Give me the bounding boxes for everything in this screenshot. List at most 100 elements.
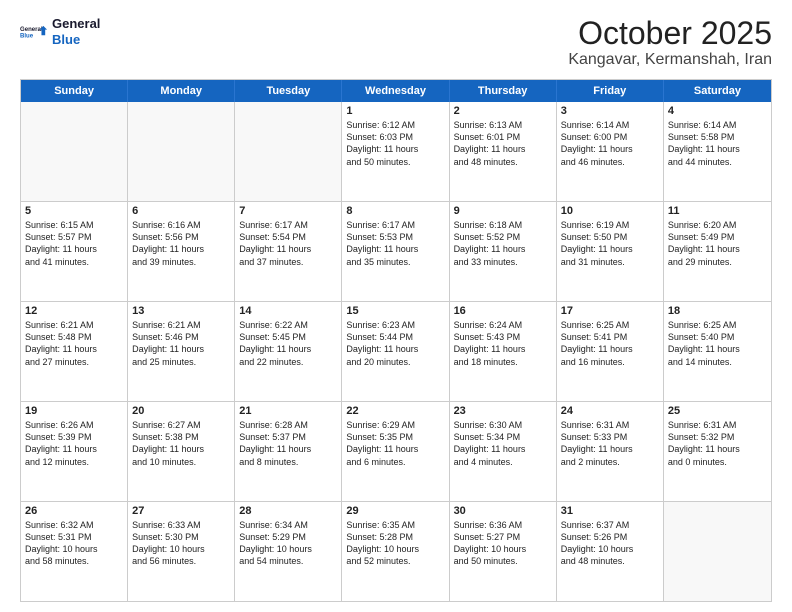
day-number: 3 [561, 105, 659, 117]
cell-info: Sunrise: 6:16 AM Sunset: 5:56 PM Dayligh… [132, 219, 230, 268]
day-number: 15 [346, 305, 444, 317]
logo-blue: Blue [52, 32, 100, 48]
cell-info: Sunrise: 6:32 AM Sunset: 5:31 PM Dayligh… [25, 519, 123, 568]
logo-icon: GeneralBlue [20, 18, 48, 46]
day-number: 14 [239, 305, 337, 317]
cell-info: Sunrise: 6:36 AM Sunset: 5:27 PM Dayligh… [454, 519, 552, 568]
day-number: 9 [454, 205, 552, 217]
day-number: 5 [25, 205, 123, 217]
cell-info: Sunrise: 6:19 AM Sunset: 5:50 PM Dayligh… [561, 219, 659, 268]
calendar: SundayMondayTuesdayWednesdayThursdayFrid… [20, 79, 772, 602]
day-number: 29 [346, 505, 444, 517]
cell-info: Sunrise: 6:31 AM Sunset: 5:32 PM Dayligh… [668, 419, 767, 468]
calendar-body: 1Sunrise: 6:12 AM Sunset: 6:03 PM Daylig… [21, 102, 771, 601]
calendar-cell: 11 Sunrise: 6:20 AM Sunset: 5:49 PM Dayli… [664, 202, 771, 301]
calendar-row: 5 Sunrise: 6:15 AM Sunset: 5:57 PM Daylig… [21, 201, 771, 301]
title-block: October 2025 Kangavar, Kermanshah, Iran [568, 16, 772, 69]
page: GeneralBlue General Blue October 2025 Ka… [0, 0, 792, 612]
calendar-cell: 18 Sunrise: 6:25 AM Sunset: 5:40 PM Dayli… [664, 302, 771, 401]
calendar-cell: 14 Sunrise: 6:22 AM Sunset: 5:45 PM Dayli… [235, 302, 342, 401]
calendar-header-cell: Monday [128, 80, 235, 102]
calendar-cell: 8 Sunrise: 6:17 AM Sunset: 5:53 PM Daylig… [342, 202, 449, 301]
calendar-cell [21, 102, 128, 201]
calendar-cell: 20 Sunrise: 6:27 AM Sunset: 5:38 PM Dayli… [128, 402, 235, 501]
calendar-row: 12 Sunrise: 6:21 AM Sunset: 5:48 PM Dayli… [21, 301, 771, 401]
day-number: 30 [454, 505, 552, 517]
cell-info: Sunrise: 6:15 AM Sunset: 5:57 PM Dayligh… [25, 219, 123, 268]
cell-info: Sunrise: 6:22 AM Sunset: 5:45 PM Dayligh… [239, 319, 337, 368]
day-number: 7 [239, 205, 337, 217]
day-number: 20 [132, 405, 230, 417]
logo-general: General [52, 16, 100, 32]
cell-info: Sunrise: 6:14 AM Sunset: 5:58 PM Dayligh… [668, 119, 767, 168]
day-number: 1 [346, 105, 444, 117]
calendar-cell: 27 Sunrise: 6:33 AM Sunset: 5:30 PM Dayli… [128, 502, 235, 601]
calendar-cell: 7 Sunrise: 6:17 AM Sunset: 5:54 PM Daylig… [235, 202, 342, 301]
calendar-cell: 10Sunrise: 6:19 AM Sunset: 5:50 PM Dayli… [557, 202, 664, 301]
day-number: 24 [561, 405, 659, 417]
calendar-cell: 6 Sunrise: 6:16 AM Sunset: 5:56 PM Daylig… [128, 202, 235, 301]
logo: GeneralBlue General Blue [20, 16, 100, 47]
day-number: 16 [454, 305, 552, 317]
cell-info: Sunrise: 6:34 AM Sunset: 5:29 PM Dayligh… [239, 519, 337, 568]
cell-info: Sunrise: 6:29 AM Sunset: 5:35 PM Dayligh… [346, 419, 444, 468]
day-number: 22 [346, 405, 444, 417]
calendar-cell: 25 Sunrise: 6:31 AM Sunset: 5:32 PM Dayli… [664, 402, 771, 501]
day-number: 25 [668, 405, 767, 417]
calendar-cell: 28 Sunrise: 6:34 AM Sunset: 5:29 PM Dayli… [235, 502, 342, 601]
day-number: 23 [454, 405, 552, 417]
cell-info: Sunrise: 6:27 AM Sunset: 5:38 PM Dayligh… [132, 419, 230, 468]
cell-info: Sunrise: 6:26 AM Sunset: 5:39 PM Dayligh… [25, 419, 123, 468]
cell-info: Sunrise: 6:21 AM Sunset: 5:48 PM Dayligh… [25, 319, 123, 368]
calendar-cell [664, 502, 771, 601]
day-number: 21 [239, 405, 337, 417]
calendar-row: 1Sunrise: 6:12 AM Sunset: 6:03 PM Daylig… [21, 102, 771, 201]
cell-info: Sunrise: 6:17 AM Sunset: 5:53 PM Dayligh… [346, 219, 444, 268]
day-number: 12 [25, 305, 123, 317]
calendar-cell: 23Sunrise: 6:30 AM Sunset: 5:34 PM Dayli… [450, 402, 557, 501]
svg-text:Blue: Blue [20, 33, 34, 39]
day-number: 17 [561, 305, 659, 317]
cell-info: Sunrise: 6:24 AM Sunset: 5:43 PM Dayligh… [454, 319, 552, 368]
calendar-header-cell: Tuesday [235, 80, 342, 102]
cell-info: Sunrise: 6:35 AM Sunset: 5:28 PM Dayligh… [346, 519, 444, 568]
day-number: 11 [668, 205, 767, 217]
calendar-cell: 24 Sunrise: 6:31 AM Sunset: 5:33 PM Dayli… [557, 402, 664, 501]
location-title: Kangavar, Kermanshah, Iran [568, 51, 772, 69]
cell-info: Sunrise: 6:25 AM Sunset: 5:41 PM Dayligh… [561, 319, 659, 368]
day-number: 18 [668, 305, 767, 317]
cell-info: Sunrise: 6:14 AM Sunset: 6:00 PM Dayligh… [561, 119, 659, 168]
day-number: 26 [25, 505, 123, 517]
calendar-cell [235, 102, 342, 201]
calendar-cell: 21Sunrise: 6:28 AM Sunset: 5:37 PM Dayli… [235, 402, 342, 501]
calendar-cell: 13 Sunrise: 6:21 AM Sunset: 5:46 PM Dayli… [128, 302, 235, 401]
calendar-header-cell: Thursday [450, 80, 557, 102]
cell-info: Sunrise: 6:23 AM Sunset: 5:44 PM Dayligh… [346, 319, 444, 368]
cell-info: Sunrise: 6:31 AM Sunset: 5:33 PM Dayligh… [561, 419, 659, 468]
cell-info: Sunrise: 6:25 AM Sunset: 5:40 PM Dayligh… [668, 319, 767, 368]
day-number: 2 [454, 105, 552, 117]
calendar-cell: 16 Sunrise: 6:24 AM Sunset: 5:43 PM Dayli… [450, 302, 557, 401]
calendar-cell: 15 Sunrise: 6:23 AM Sunset: 5:44 PM Dayli… [342, 302, 449, 401]
calendar-cell [128, 102, 235, 201]
day-number: 6 [132, 205, 230, 217]
calendar-header-cell: Friday [557, 80, 664, 102]
calendar-cell: 19Sunrise: 6:26 AM Sunset: 5:39 PM Dayli… [21, 402, 128, 501]
calendar-row: 19Sunrise: 6:26 AM Sunset: 5:39 PM Dayli… [21, 401, 771, 501]
cell-info: Sunrise: 6:17 AM Sunset: 5:54 PM Dayligh… [239, 219, 337, 268]
header: GeneralBlue General Blue October 2025 Ka… [20, 16, 772, 69]
day-number: 13 [132, 305, 230, 317]
day-number: 8 [346, 205, 444, 217]
month-title: October 2025 [568, 16, 772, 51]
day-number: 27 [132, 505, 230, 517]
cell-info: Sunrise: 6:18 AM Sunset: 5:52 PM Dayligh… [454, 219, 552, 268]
day-number: 28 [239, 505, 337, 517]
calendar-cell: 31Sunrise: 6:37 AM Sunset: 5:26 PM Dayli… [557, 502, 664, 601]
cell-info: Sunrise: 6:20 AM Sunset: 5:49 PM Dayligh… [668, 219, 767, 268]
calendar-cell: 4Sunrise: 6:14 AM Sunset: 5:58 PM Daylig… [664, 102, 771, 201]
calendar-cell: 9 Sunrise: 6:18 AM Sunset: 5:52 PM Daylig… [450, 202, 557, 301]
cell-info: Sunrise: 6:21 AM Sunset: 5:46 PM Dayligh… [132, 319, 230, 368]
cell-info: Sunrise: 6:33 AM Sunset: 5:30 PM Dayligh… [132, 519, 230, 568]
calendar-header-row: SundayMondayTuesdayWednesdayThursdayFrid… [21, 80, 771, 102]
calendar-row: 26 Sunrise: 6:32 AM Sunset: 5:31 PM Dayli… [21, 501, 771, 601]
